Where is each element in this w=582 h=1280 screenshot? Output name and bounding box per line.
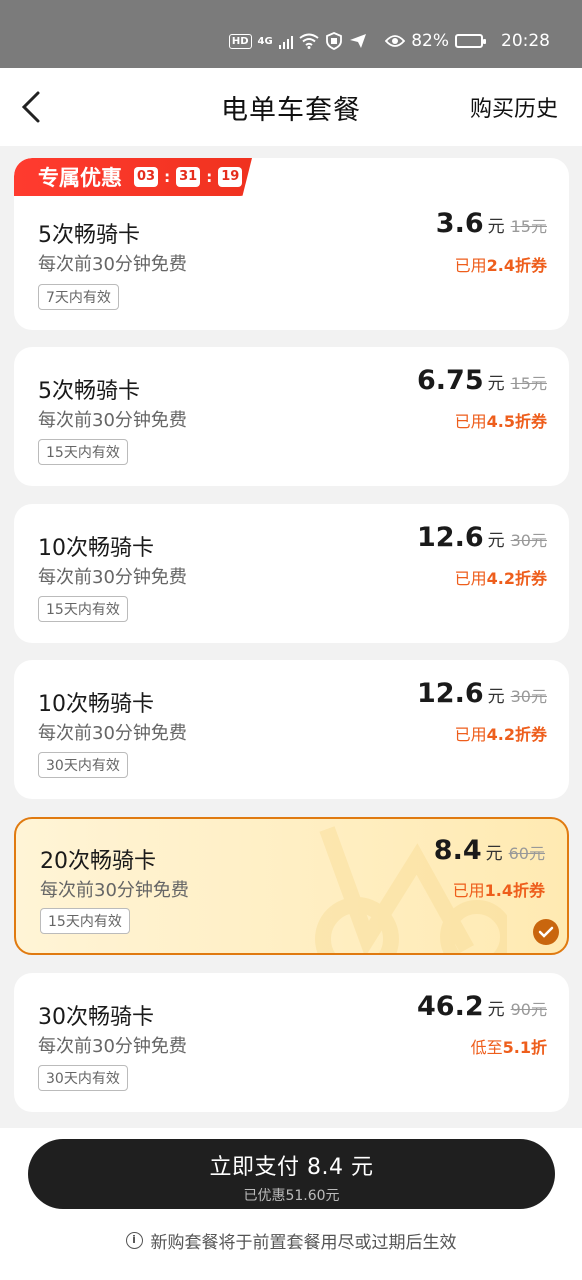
validity-badge: 7天内有效 (38, 284, 119, 310)
price-unit: 元 (487, 1000, 505, 1020)
price: 12.6 (417, 678, 484, 709)
discount-prefix: 已用 (452, 881, 485, 900)
countdown-seconds: 19 (218, 167, 243, 187)
discount-value: 1.4折券 (484, 881, 545, 900)
nav-bar: 电单车套餐 购买历史 (0, 68, 582, 146)
original-price: 30元 (510, 531, 547, 550)
status-bar: HD 4G 82% 20:28 (0, 0, 582, 68)
wifi-icon (299, 33, 319, 49)
saved-amount: 已优惠51.60元 (243, 1188, 340, 1204)
package-card[interactable]: 30次畅骑卡 每次前30分钟免费 30天内有效 46.2 元 90元 低至5.1… (14, 973, 569, 1112)
original-price: 15元 (510, 217, 547, 236)
price-unit: 元 (487, 687, 505, 707)
package-name: 20次畅骑卡 (40, 849, 156, 874)
discount-prefix: 已用 (454, 256, 487, 275)
discount-value: 2.4折券 (486, 256, 547, 275)
discount-value: 4.2折券 (486, 569, 547, 588)
pay-label: 立即支付 8.4 元 (209, 1155, 374, 1180)
signal-icon (278, 34, 294, 49)
package-name: 5次畅骑卡 (38, 379, 140, 404)
validity-badge: 30天内有效 (38, 1065, 128, 1091)
discount-prefix: 已用 (454, 569, 487, 588)
package-name: 10次畅骑卡 (38, 692, 154, 717)
send-icon (350, 34, 367, 48)
price: 12.6 (417, 522, 484, 553)
promo-label: 专属优惠 (38, 166, 122, 190)
package-name: 10次畅骑卡 (38, 536, 154, 561)
discount-prefix: 已用 (454, 725, 487, 744)
network-type: 4G (257, 35, 273, 47)
discount-prefix: 低至 (470, 1038, 503, 1057)
selected-check-icon (533, 919, 559, 945)
battery-percent: 82% (411, 31, 449, 51)
discount-info: 已用4.2折券 (455, 721, 547, 745)
shield-icon (326, 32, 343, 50)
package-desc: 每次前30分钟免费 (38, 254, 187, 275)
price-unit: 元 (487, 374, 505, 394)
package-desc: 每次前30分钟免费 (38, 1036, 187, 1057)
validity-badge: 15天内有效 (38, 596, 128, 622)
discount-info: 已用4.5折券 (455, 408, 547, 432)
notice-text: 新购套餐将于前置套餐用尽或过期后生效 (150, 1233, 457, 1253)
price-unit: 元 (487, 217, 505, 237)
price: 3.6 (435, 208, 484, 239)
price-unit: 元 (485, 844, 503, 864)
discount-value: 4.2折券 (486, 725, 547, 744)
status-icons: HD 4G (228, 32, 367, 50)
discount-value: 5.1折 (502, 1038, 547, 1057)
bottom-bar: 立即支付 8.4 元 已优惠51.60元 i 新购套餐将于前置套餐用尽或过期后生… (0, 1128, 582, 1280)
package-name: 5次畅骑卡 (38, 223, 140, 248)
price-row: 8.4 元 60元 (434, 835, 545, 866)
price-row: 12.6 元 30元 (417, 678, 547, 709)
package-desc: 每次前30分钟免费 (40, 880, 189, 901)
discount-value: 4.5折券 (486, 412, 547, 431)
original-price: 90元 (510, 1000, 547, 1019)
package-card[interactable]: 5次畅骑卡 每次前30分钟免费 15天内有效 6.75 元 15元 已用4.5折… (14, 347, 569, 486)
purchase-history-link[interactable]: 购买历史 (470, 91, 558, 123)
package-name: 30次畅骑卡 (38, 1005, 154, 1030)
countdown-minutes: 31 (176, 167, 201, 187)
promo-tag: 专属优惠 03 : 31 : 19 (14, 158, 252, 196)
battery-icon (455, 34, 486, 48)
price-row: 12.6 元 30元 (417, 522, 547, 553)
price: 46.2 (417, 991, 484, 1022)
package-card-selected[interactable]: 20次畅骑卡 每次前30分钟免费 15天内有效 8.4 元 60元 已用1.4折… (14, 817, 569, 955)
discount-info: 已用2.4折券 (455, 252, 547, 276)
countdown-hours: 03 (134, 167, 159, 187)
notice: i 新购套餐将于前置套餐用尽或过期后生效 (0, 1228, 582, 1253)
price-unit: 元 (487, 531, 505, 551)
original-price: 30元 (510, 687, 547, 706)
discount-info: 低至5.1折 (471, 1034, 547, 1058)
info-icon: i (125, 1232, 143, 1249)
discount-prefix: 已用 (454, 412, 487, 431)
hd-icon: HD (228, 33, 252, 49)
price: 6.75 (417, 365, 484, 396)
package-card[interactable]: 专属优惠 03 : 31 : 19 5次畅骑卡 每次前30分钟免费 7天内有效 … (14, 158, 569, 330)
validity-badge: 30天内有效 (38, 752, 128, 778)
package-desc: 每次前30分钟免费 (38, 410, 187, 431)
package-desc: 每次前30分钟免费 (38, 723, 187, 744)
original-price: 15元 (510, 374, 547, 393)
discount-info: 已用1.4折券 (453, 877, 545, 901)
price-row: 3.6 元 15元 (436, 208, 547, 239)
price: 8.4 (433, 835, 482, 866)
original-price: 60元 (508, 844, 545, 863)
status-right: 82% (385, 31, 486, 51)
validity-badge: 15天内有效 (40, 908, 130, 934)
pay-now-button[interactable]: 立即支付 8.4 元 已优惠51.60元 (28, 1139, 555, 1209)
clock: 20:28 (501, 31, 550, 51)
package-card[interactable]: 10次畅骑卡 每次前30分钟免费 15天内有效 12.6 元 30元 已用4.2… (14, 504, 569, 643)
package-desc: 每次前30分钟免费 (38, 567, 187, 588)
eye-icon (385, 35, 406, 47)
price-row: 6.75 元 15元 (417, 365, 547, 396)
validity-badge: 15天内有效 (38, 439, 128, 465)
package-card[interactable]: 10次畅骑卡 每次前30分钟免费 30天内有效 12.6 元 30元 已用4.2… (14, 660, 569, 799)
price-row: 46.2 元 90元 (417, 991, 547, 1022)
discount-info: 已用4.2折券 (455, 565, 547, 589)
